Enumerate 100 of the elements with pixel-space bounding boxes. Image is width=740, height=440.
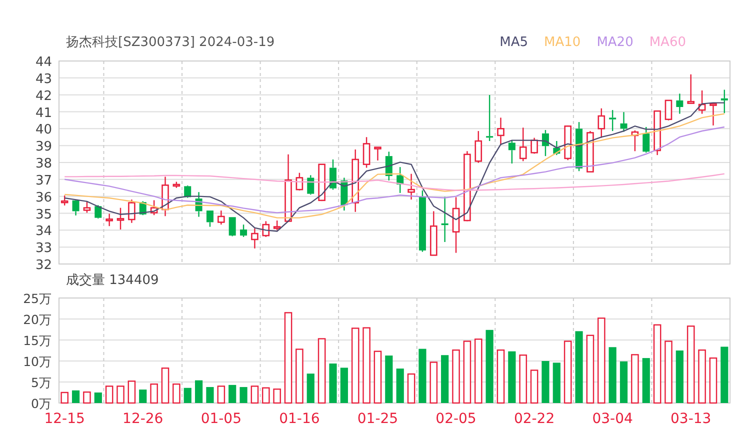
volume-bar bbox=[664, 340, 672, 404]
volume-bar bbox=[430, 362, 438, 404]
legend-label[interactable]: MA5 bbox=[500, 34, 528, 56]
candlestick bbox=[60, 196, 68, 206]
legend-label[interactable]: MA60 bbox=[649, 34, 686, 56]
candlestick bbox=[576, 122, 583, 172]
candlestick bbox=[228, 216, 236, 236]
volume-bar bbox=[306, 374, 314, 403]
volume-bar bbox=[60, 392, 68, 404]
volume-bar bbox=[418, 348, 426, 403]
volume-bar bbox=[240, 387, 248, 403]
candlestick bbox=[486, 95, 494, 142]
axis-label: 42 bbox=[35, 88, 52, 104]
axis-label: 25万 bbox=[23, 292, 52, 306]
volume-bar bbox=[195, 380, 203, 403]
candlestick bbox=[106, 214, 113, 226]
volume-bar bbox=[575, 331, 583, 403]
volume-bar bbox=[94, 392, 102, 403]
candlestick bbox=[464, 151, 471, 222]
axis-label: 12-26 bbox=[122, 411, 164, 427]
candlestick bbox=[94, 205, 102, 218]
candlestick bbox=[620, 112, 628, 132]
volume-bar bbox=[139, 390, 147, 403]
volume-bar bbox=[72, 390, 80, 403]
axis-label: 15万 bbox=[23, 333, 52, 348]
axis-label: 5万 bbox=[31, 375, 52, 390]
candlestick bbox=[418, 190, 426, 252]
candlestick bbox=[296, 172, 304, 190]
volume-bar bbox=[709, 357, 718, 404]
candlestick bbox=[519, 128, 527, 162]
candlestick bbox=[642, 126, 650, 153]
candlestick bbox=[307, 175, 314, 195]
candlestick bbox=[128, 200, 136, 223]
volume-bar bbox=[407, 373, 416, 404]
volume-bar bbox=[698, 349, 706, 404]
candlestick bbox=[408, 174, 415, 200]
volume-bar bbox=[508, 351, 516, 403]
axis-label: 32 bbox=[35, 258, 52, 270]
volume-bar bbox=[631, 354, 639, 404]
candlestick bbox=[318, 164, 326, 202]
axis-label: 01-25 bbox=[357, 411, 398, 427]
axis-label: 36 bbox=[35, 190, 52, 206]
candlestick bbox=[116, 208, 124, 230]
volume-bar bbox=[676, 350, 684, 403]
volume-bar bbox=[318, 338, 326, 404]
axis-label: 03-13 bbox=[670, 411, 712, 427]
candlestick bbox=[654, 110, 661, 156]
legend-label[interactable]: MA20 bbox=[596, 34, 634, 56]
candlestick bbox=[195, 192, 202, 217]
volume-bar bbox=[116, 386, 124, 404]
volume-bar bbox=[496, 349, 505, 404]
candlestick bbox=[251, 228, 258, 248]
candlestick bbox=[206, 210, 214, 227]
candlestick bbox=[273, 220, 281, 230]
candlestick bbox=[720, 90, 728, 114]
axis-label: 38 bbox=[35, 156, 52, 172]
volume-bar bbox=[83, 391, 91, 404]
candlestick bbox=[474, 131, 482, 163]
candlestick bbox=[586, 131, 594, 172]
axis-label: 03-04 bbox=[592, 411, 633, 427]
volume-bar bbox=[542, 361, 550, 403]
candlestick bbox=[385, 152, 392, 180]
chart-title: 扬杰科技[SZ300373] 2024-03-19 bbox=[66, 34, 275, 52]
axis-label: 37 bbox=[35, 173, 52, 188]
candlestick bbox=[676, 94, 684, 114]
volume-bar bbox=[441, 355, 449, 403]
candlestick bbox=[362, 137, 370, 168]
candlestick bbox=[396, 167, 404, 193]
candlestick bbox=[218, 210, 225, 225]
volume-bar bbox=[262, 387, 270, 404]
candlestick bbox=[530, 138, 538, 154]
candlestick bbox=[553, 141, 560, 156]
candlestick bbox=[150, 200, 158, 216]
axis-label: 40 bbox=[35, 122, 52, 138]
volume-bar bbox=[564, 340, 572, 404]
candlestick bbox=[508, 140, 516, 164]
axis-label: 44 bbox=[35, 56, 52, 70]
volume-bar bbox=[150, 384, 158, 404]
volume-bar bbox=[530, 370, 538, 404]
volume-bar bbox=[296, 348, 304, 404]
axis-label: 02-05 bbox=[436, 411, 476, 427]
candlestick bbox=[497, 118, 504, 146]
volume-bar bbox=[396, 368, 404, 403]
axis-label: 01-16 bbox=[279, 411, 320, 427]
candlestick bbox=[452, 197, 460, 253]
axis-label: 01-05 bbox=[200, 411, 242, 427]
volume-bar bbox=[329, 364, 337, 403]
volume-bar bbox=[552, 362, 560, 403]
legend-label[interactable]: MA10 bbox=[544, 34, 581, 56]
candlestick bbox=[240, 224, 248, 237]
volume-bar bbox=[340, 368, 348, 403]
candlestick bbox=[598, 108, 606, 138]
volume-bar bbox=[385, 356, 393, 403]
volume-bar bbox=[608, 347, 616, 403]
volume-bar bbox=[374, 350, 382, 404]
volume-bar bbox=[206, 387, 214, 403]
volume-bar bbox=[128, 380, 136, 404]
volume-bar bbox=[184, 388, 192, 403]
candlestick bbox=[664, 100, 672, 120]
axis-label: 41 bbox=[35, 106, 52, 121]
